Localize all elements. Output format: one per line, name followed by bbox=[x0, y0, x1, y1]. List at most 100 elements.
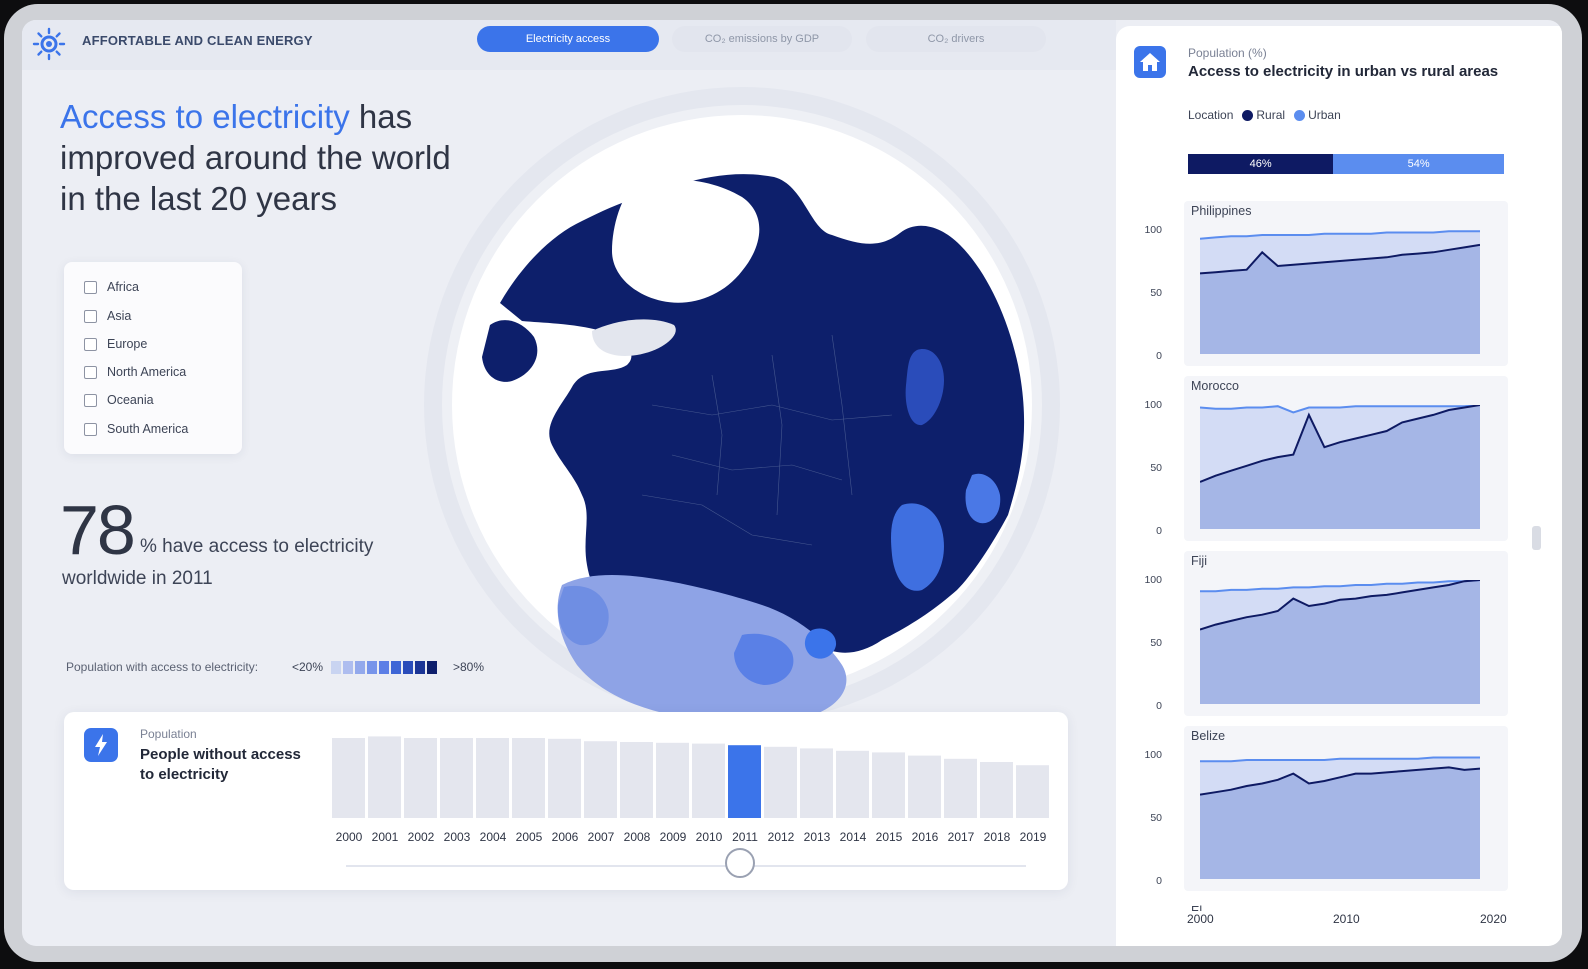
filter-label: Europe bbox=[107, 337, 148, 351]
split-segment[interactable]: 46% bbox=[1188, 154, 1334, 174]
year-bar-2006[interactable] bbox=[548, 738, 581, 818]
year-label: 2009 bbox=[659, 830, 687, 844]
year-bar-2013[interactable] bbox=[800, 748, 833, 818]
people-without-access-card: Population People without access to elec… bbox=[64, 712, 1068, 890]
year-bar-2012[interactable] bbox=[764, 746, 797, 818]
checkbox[interactable] bbox=[84, 422, 97, 436]
legend-swatch bbox=[331, 661, 341, 674]
year-bar-2016[interactable] bbox=[908, 755, 941, 818]
year-label: 2011 bbox=[732, 830, 758, 844]
location-legend: Location Rural Urban bbox=[1188, 108, 1341, 122]
year-label: 2006 bbox=[551, 830, 579, 844]
y-axis-tick: 50 bbox=[1150, 812, 1162, 824]
lightning-bolt-icon bbox=[84, 728, 118, 762]
year-bar-2008[interactable] bbox=[620, 742, 653, 818]
region-filter-card: Africa Asia Europe North America Oceania… bbox=[64, 262, 242, 454]
country-area-chart[interactable] bbox=[1200, 405, 1480, 529]
year-bar-2007[interactable] bbox=[584, 741, 617, 818]
legend-rural[interactable]: Rural bbox=[1256, 108, 1285, 122]
brand-title: AFFORTABLE AND CLEAN ENERGY bbox=[82, 33, 313, 48]
legend-swatch bbox=[343, 661, 353, 674]
year-label: 2014 bbox=[839, 830, 867, 844]
year-label: 2004 bbox=[479, 830, 507, 844]
filter-label: Oceania bbox=[107, 393, 154, 407]
year-bar-2014[interactable] bbox=[836, 750, 869, 818]
year-bar-chart[interactable] bbox=[332, 726, 1050, 826]
panel-scrollbar[interactable] bbox=[1532, 526, 1541, 550]
legend-urban[interactable]: Urban bbox=[1308, 108, 1341, 122]
year-label: 2012 bbox=[767, 830, 795, 844]
home-icon bbox=[1134, 46, 1166, 78]
card-title: People without access to electricity bbox=[140, 746, 301, 783]
year-bar-2018[interactable] bbox=[980, 762, 1013, 818]
filter-item-oceania[interactable]: Oceania bbox=[84, 391, 154, 409]
y-axis-tick: 50 bbox=[1150, 637, 1162, 649]
country-chart-title: Morocco bbox=[1191, 379, 1239, 393]
y-axis-tick: 0 bbox=[1156, 525, 1162, 537]
filter-item-north-america[interactable]: North America bbox=[84, 363, 186, 381]
tab-electricity-access[interactable]: Electricity access bbox=[477, 26, 659, 52]
year-bar-2009[interactable] bbox=[656, 742, 689, 818]
country-area-chart[interactable] bbox=[1200, 755, 1480, 879]
y-axis-tick: 50 bbox=[1150, 462, 1162, 474]
globe-map[interactable] bbox=[412, 75, 1072, 725]
x-axis-tick: 2020 bbox=[1480, 912, 1507, 926]
dashboard-screen: AFFORTABLE AND CLEAN ENERGY Electricity … bbox=[22, 20, 1562, 946]
filter-item-europe[interactable]: Europe bbox=[84, 335, 147, 353]
checkbox[interactable] bbox=[84, 280, 97, 294]
country-area-chart[interactable] bbox=[1200, 230, 1480, 354]
filter-label: Asia bbox=[107, 309, 132, 323]
filter-item-asia[interactable]: Asia bbox=[84, 307, 131, 325]
sun-icon bbox=[32, 27, 66, 61]
y-axis-tick: 50 bbox=[1150, 287, 1162, 299]
year-bar-2010[interactable] bbox=[692, 743, 725, 818]
year-bar-2002[interactable] bbox=[404, 738, 437, 818]
year-label: 2008 bbox=[623, 830, 651, 844]
year-bar-2005[interactable] bbox=[512, 738, 545, 818]
filter-label: North America bbox=[107, 365, 187, 379]
year-bar-2011[interactable] bbox=[728, 745, 761, 818]
y-axis-tick: 0 bbox=[1156, 875, 1162, 887]
year-label: 2010 bbox=[695, 830, 723, 844]
filter-item-africa[interactable]: Africa bbox=[84, 278, 139, 296]
checkbox[interactable] bbox=[84, 309, 97, 323]
year-bar-2004[interactable] bbox=[476, 738, 509, 818]
year-slider-track[interactable] bbox=[346, 865, 1026, 867]
checkbox[interactable] bbox=[84, 365, 97, 379]
year-label: 2002 bbox=[407, 830, 435, 844]
country-area-chart[interactable] bbox=[1200, 580, 1480, 704]
year-label: 2003 bbox=[443, 830, 471, 844]
year-bar-2017[interactable] bbox=[944, 758, 977, 818]
y-axis-tick: 100 bbox=[1144, 399, 1162, 411]
year-bar-2003[interactable] bbox=[440, 738, 473, 818]
access-percentage-subtext: worldwide in 2011 bbox=[62, 568, 213, 589]
tab-co2-emissions-by-gdp[interactable]: CO₂ emissions by GDP bbox=[672, 26, 852, 52]
year-bar-2015[interactable] bbox=[872, 752, 905, 818]
year-slider-thumb[interactable] bbox=[725, 848, 756, 878]
filter-item-south-america[interactable]: South America bbox=[84, 420, 188, 438]
year-label: 2013 bbox=[803, 830, 831, 844]
y-axis-tick: 0 bbox=[1156, 350, 1162, 362]
card-subtitle: Population bbox=[140, 727, 197, 741]
checkbox[interactable] bbox=[84, 337, 97, 351]
year-label: 2001 bbox=[371, 830, 399, 844]
country-chart-title: Belize bbox=[1191, 729, 1226, 743]
checkbox[interactable] bbox=[84, 393, 97, 407]
rural-urban-split-bar[interactable]: 46% 54% bbox=[1188, 154, 1504, 174]
country-chart-title: Philippines bbox=[1191, 204, 1252, 218]
year-bar-2019[interactable] bbox=[1016, 765, 1049, 818]
y-axis-tick: 100 bbox=[1144, 224, 1162, 236]
legend-dot-urban bbox=[1294, 109, 1306, 121]
urban-rural-panel: Population (%) Access to electricity in … bbox=[1116, 26, 1562, 946]
split-segment[interactable]: 54% bbox=[1333, 154, 1504, 174]
tab-co2-drivers[interactable]: CO₂ drivers bbox=[866, 26, 1046, 52]
location-label: Location bbox=[1188, 108, 1234, 122]
year-bar-2000[interactable] bbox=[332, 738, 365, 818]
top-bar: AFFORTABLE AND CLEAN ENERGY Electricity … bbox=[22, 20, 1116, 70]
legend-swatch bbox=[355, 661, 365, 674]
globe-map-svg[interactable] bbox=[412, 75, 1072, 725]
year-bar-2001[interactable] bbox=[368, 736, 401, 818]
country-chart-title-partial: El Salvador bbox=[1191, 904, 1203, 911]
y-axis-tick: 100 bbox=[1144, 749, 1162, 761]
access-percentage-text: % have access to electricity bbox=[140, 536, 374, 557]
